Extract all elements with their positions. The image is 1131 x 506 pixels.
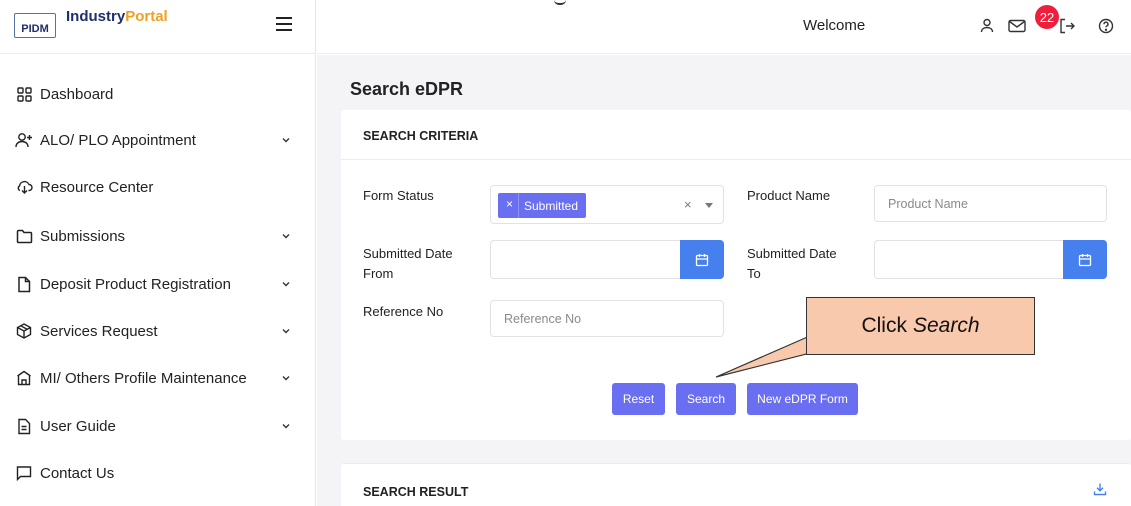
notification-badge[interactable]: 22 [1035,5,1059,29]
chevron-down-icon[interactable] [281,421,291,431]
loading-indicator [554,0,566,5]
sidebar-item-user-guide[interactable]: User Guide [0,406,316,446]
calendar-icon [695,253,709,266]
logo-row: PIDM IndustryPortal [0,0,316,54]
download-icon[interactable] [1093,482,1107,496]
section-title: SEARCH CRITERIA [363,129,479,143]
chip-label: Submitted [524,198,579,213]
app-name-part2: Portal [125,8,168,25]
label-line: From [363,266,394,281]
callout-text: Click [861,314,907,337]
sidebar-item-label: ALO/ PLO Appointment [40,131,196,149]
sidebar-item-label: Resource Center [40,178,154,196]
reset-button[interactable]: Reset [612,383,665,415]
section-title: SEARCH RESULT [363,485,469,499]
chevron-down-icon[interactable] [281,326,291,336]
new-edpr-form-button[interactable]: New eDPR Form [747,383,858,415]
chip-remove-icon[interactable]: × [506,197,513,211]
sidebar-item-deposit-product-registration[interactable]: Deposit Product Registration [0,264,316,304]
box-icon [15,322,33,340]
product-name-label: Product Name [747,188,831,203]
top-header: Welcome 22 [317,0,1131,54]
sidebar-item-dashboard[interactable]: Dashboard [0,74,316,114]
bank-icon [15,369,33,387]
product-name-placeholder: Product Name [888,197,968,211]
label-line: Submitted Date [747,246,837,261]
reference-no-input[interactable]: Reference No [490,300,724,337]
sidebar: PIDM IndustryPortal Dashboard ALO/ PLO A… [0,0,316,506]
message-icon [15,464,33,482]
calendar-button[interactable] [1063,240,1107,279]
chevron-down-icon[interactable] [281,373,291,383]
sidebar-item-mi-others-profile-maintenance[interactable]: MI/ Others Profile Maintenance [0,358,316,398]
label-line: To [747,266,761,281]
selected-chip: × Submitted [498,193,587,218]
file-icon [15,275,33,293]
logo-mark: PIDM [14,13,56,38]
calendar-button[interactable] [680,240,724,279]
sidebar-item-label: MI/ Others Profile Maintenance [40,369,247,387]
sidebar-item-submissions[interactable]: Submissions [0,216,316,256]
card-header: SEARCH CRITERIA [341,110,1131,160]
sidebar-item-label: User Guide [40,417,116,435]
instruction-callout: Click Search [806,297,1035,355]
label-line: Submitted Date [363,246,453,261]
chevron-down-icon[interactable] [281,135,291,145]
search-result-card: SEARCH RESULT [341,463,1131,506]
welcome-text: Welcome [803,17,866,34]
help-icon[interactable] [1096,16,1116,36]
cloud-download-icon [15,178,33,196]
app-logo[interactable]: PIDM IndustryPortal [14,8,168,38]
callout-emphasis: Search [912,314,980,337]
sidebar-item-alo-plo-appointment[interactable]: ALO/ PLO Appointment [0,120,316,160]
app-name-part1: Industry [66,8,126,25]
sidebar-item-label: Dashboard [40,85,114,103]
user-icon[interactable] [977,16,997,36]
chevron-down-icon[interactable] [281,279,291,289]
chevron-down-icon[interactable] [281,231,291,241]
clear-selection-icon[interactable]: × [684,197,692,212]
calendar-icon [1078,253,1092,266]
page-title: Search eDPR [350,79,464,99]
form-status-label: Form Status [363,188,434,203]
folder-icon [15,227,33,245]
submitted-date-from-label: Submitted Date From [363,244,453,284]
sidebar-item-label: Deposit Product Registration [40,275,231,293]
grid-icon [15,85,33,103]
dropdown-caret-icon[interactable] [705,203,713,208]
sidebar-item-contact-us[interactable]: Contact Us [0,453,316,493]
sidebar-item-services-request[interactable]: Services Request [0,311,316,351]
hamburger-menu-icon[interactable] [276,17,292,31]
search-button[interactable]: Search [676,383,736,415]
mail-icon[interactable] [1007,16,1027,36]
logout-icon[interactable] [1057,16,1077,36]
product-name-input[interactable]: Product Name [874,185,1107,222]
user-plus-icon [15,131,33,149]
app-name: IndustryPortal [66,8,168,26]
sidebar-item-resource-center[interactable]: Resource Center [0,167,316,207]
form-status-select[interactable]: × Submitted × [490,185,724,224]
document-icon [15,417,33,435]
reference-no-placeholder: Reference No [504,312,582,326]
reference-no-label: Reference No [363,304,444,319]
submitted-date-to-label: Submitted Date To [747,244,837,284]
sidebar-item-label: Services Request [40,322,158,340]
sidebar-item-label: Submissions [40,227,126,245]
sidebar-item-label: Contact Us [40,464,115,482]
